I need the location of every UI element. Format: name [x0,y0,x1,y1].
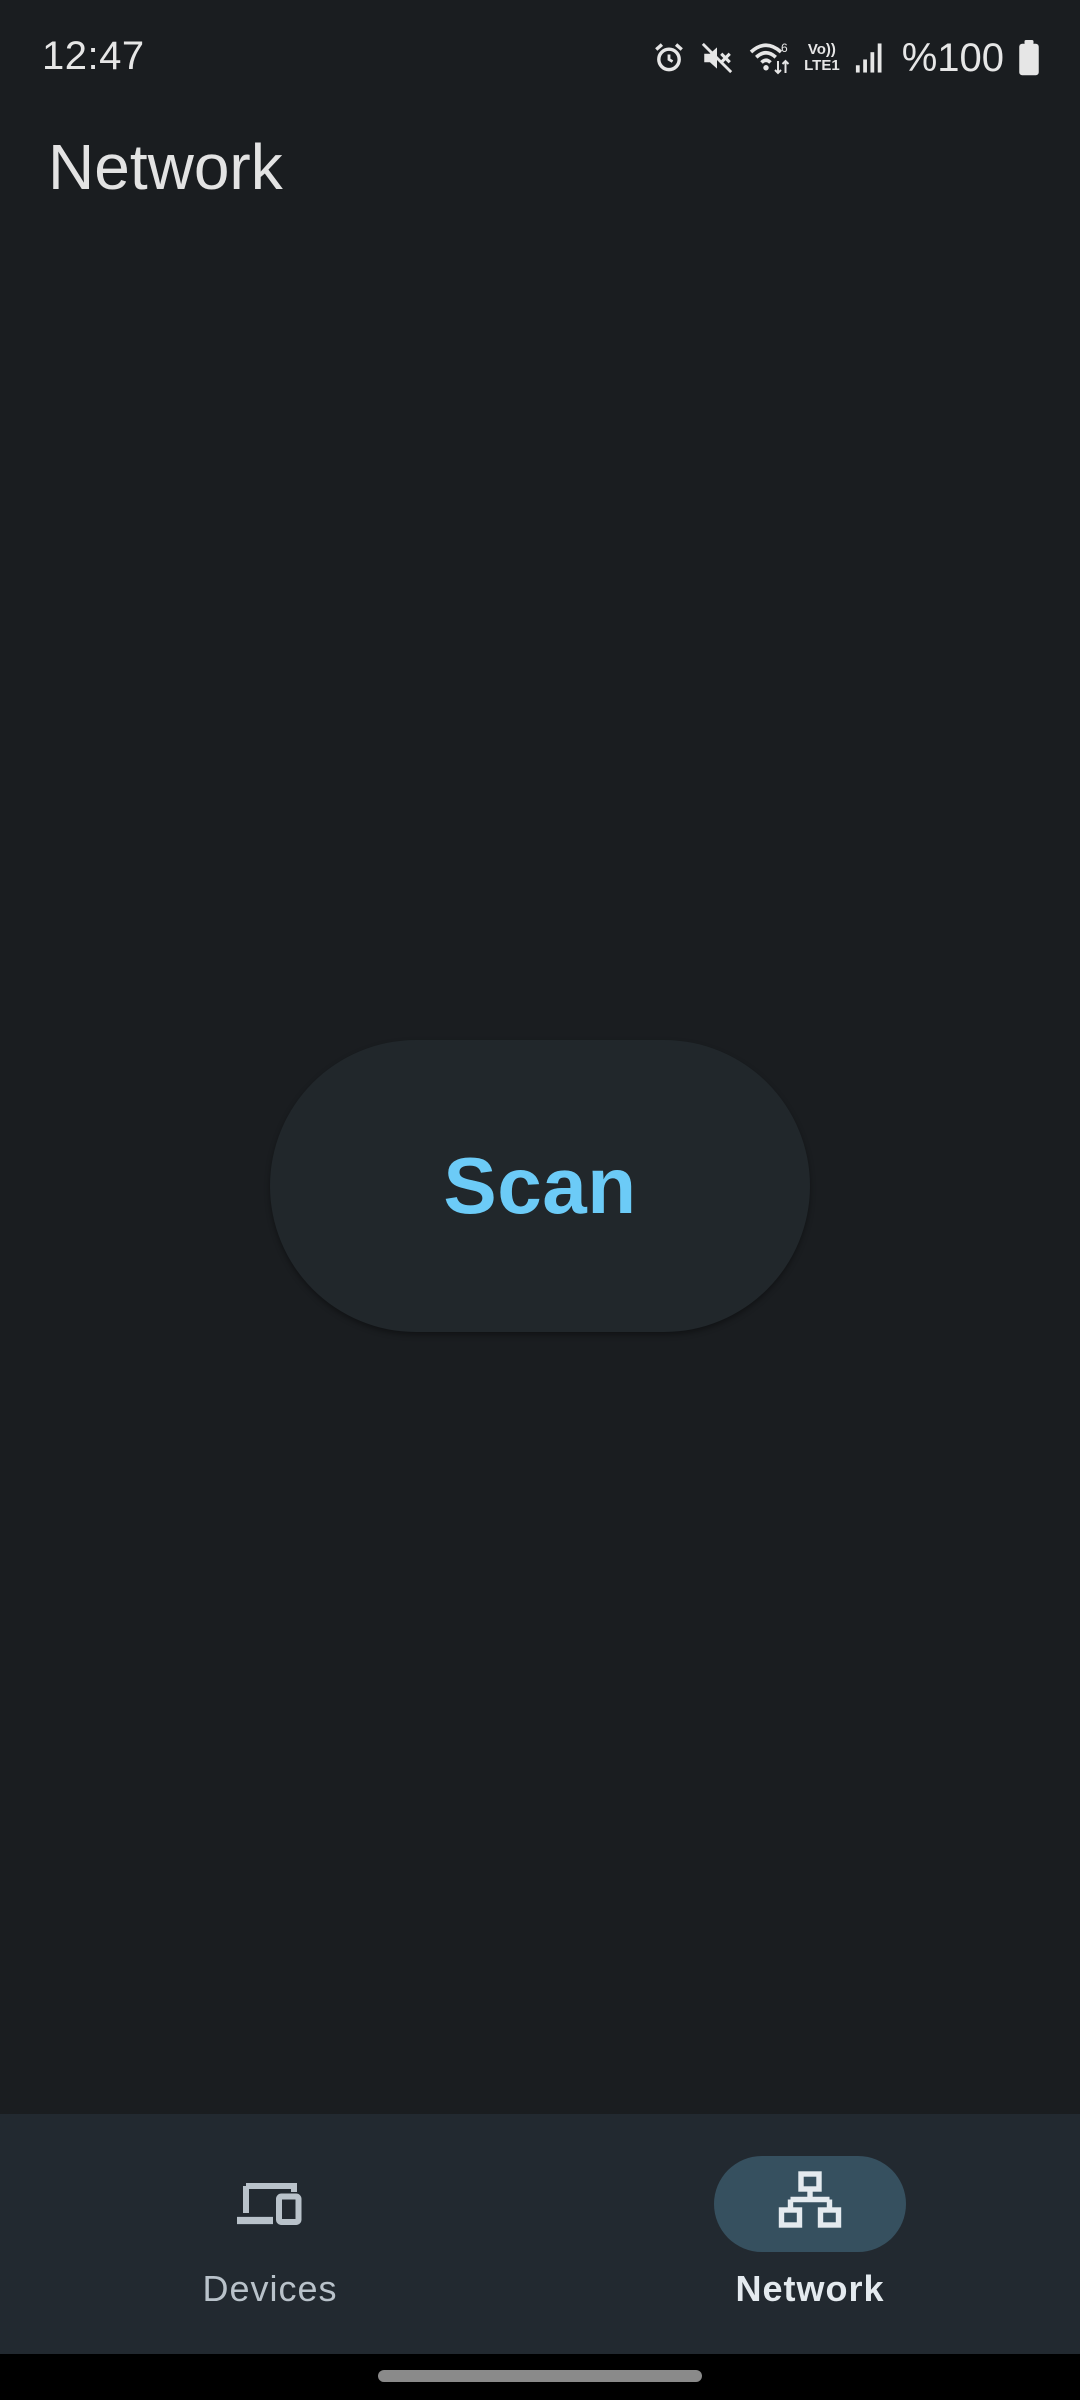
screen: 12:47 6 Vo)) LTE1 %100 Network Scan Devi… [0,0,1080,2400]
devices-icon [237,2183,302,2225]
scan-button[interactable]: Scan [270,1040,810,1332]
wifi-icon: 6 [749,41,790,75]
page-title: Network [48,131,283,203]
gesture-area [0,2354,1080,2400]
bottom-navigation: Devices Network [0,2114,1080,2354]
nav-label-devices: Devices [202,2268,338,2309]
nav-label-network: Network [735,2268,885,2309]
signal-icon [855,43,882,73]
status-time: 12:47 [42,34,145,78]
mute-icon [701,42,733,74]
battery-icon [1019,40,1039,76]
home-gesture-handle[interactable] [378,2370,702,2382]
nav-item-devices[interactable]: Devices [0,2114,540,2354]
scan-button-label: Scan [443,1141,637,1230]
network-icon [778,2171,842,2228]
svg-text:6: 6 [781,41,788,55]
battery-percent: %100 [901,35,1004,80]
nav-item-network[interactable]: Network [540,2114,1080,2354]
volte-icon: Vo)) LTE1 [804,41,840,74]
status-bar: 12:47 6 Vo)) LTE1 %100 [0,0,1080,120]
alarm-icon [655,43,683,72]
status-icons: 6 Vo)) LTE1 %100 [652,36,1040,80]
